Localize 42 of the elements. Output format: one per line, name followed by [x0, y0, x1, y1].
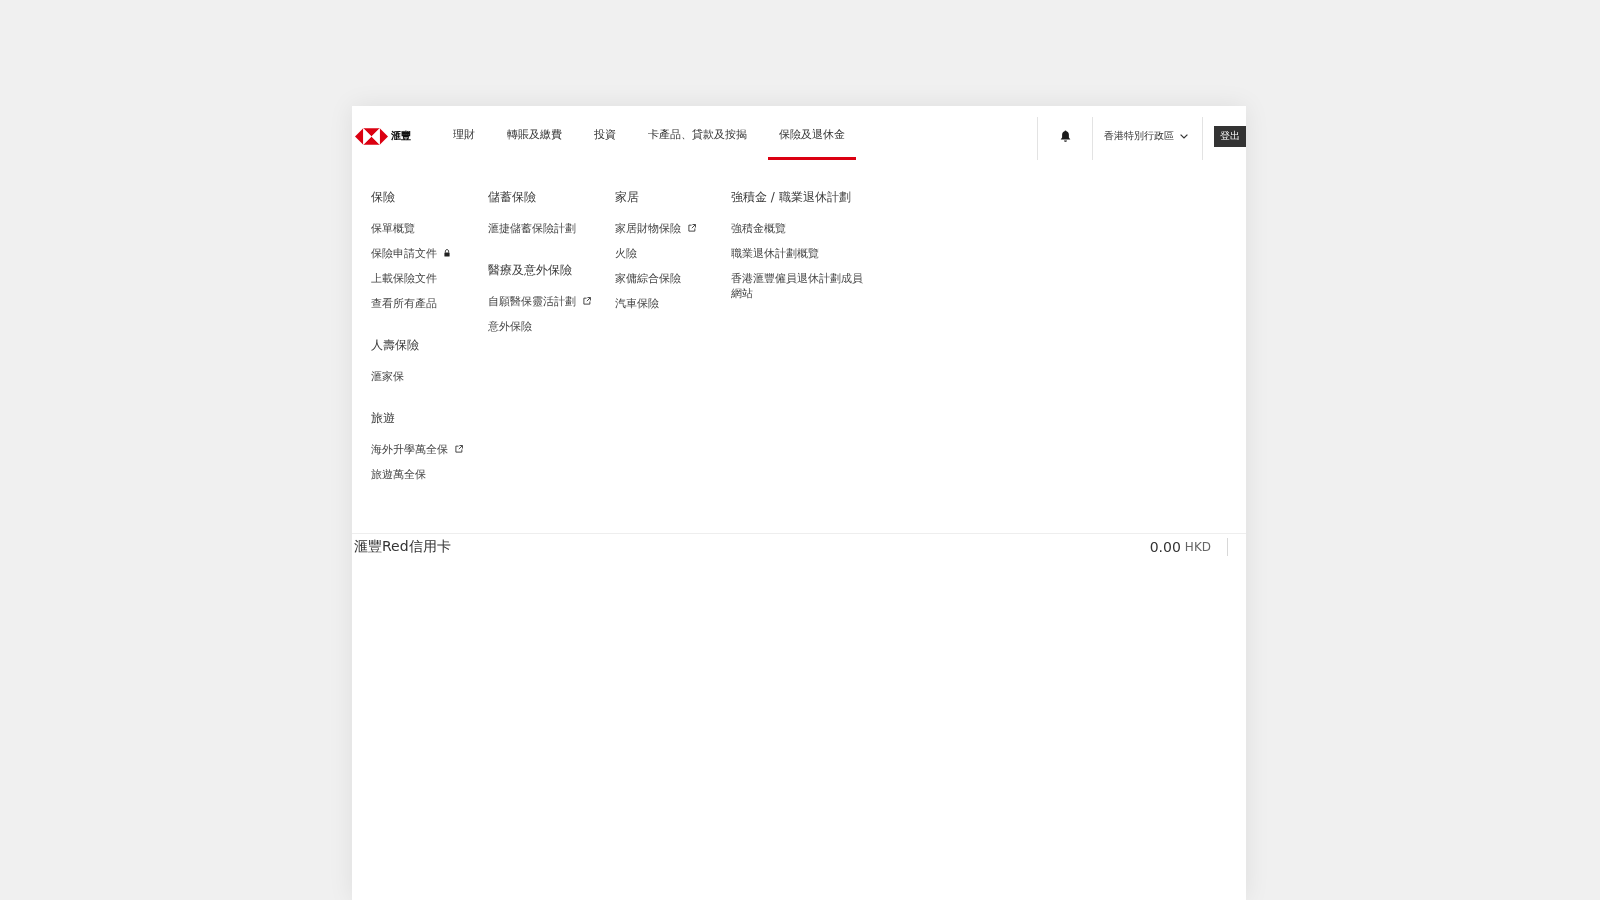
external-link-icon	[583, 297, 591, 305]
account-balance: 0.00	[1149, 539, 1181, 555]
menu-heading: 人壽保險	[371, 337, 419, 353]
menu-link[interactable]: 上載保險文件	[371, 271, 437, 286]
menu-heading: 家居	[615, 189, 639, 205]
nav-tab[interactable]: 保險及退休金	[768, 112, 856, 160]
menu-link[interactable]: 滙捷儲蓄保險計劃	[488, 221, 576, 236]
chevron-down-icon	[1180, 133, 1188, 139]
menu-heading: 強積金 / 職業退休計劃	[731, 189, 851, 205]
menu-heading: 保險	[371, 189, 395, 205]
logout-button[interactable]: 登出	[1214, 125, 1246, 147]
menu-heading: 旅遊	[371, 410, 395, 426]
menu-link[interactable]: 保險申請文件	[371, 246, 450, 261]
logo-icon[interactable]	[355, 127, 388, 145]
menu-link[interactable]: 旅遊萬全保	[371, 467, 426, 482]
menu-link[interactable]: 保單概覽	[371, 221, 415, 236]
external-link-icon	[688, 224, 696, 232]
logo-text: 滙豐	[391, 130, 411, 142]
menu-link[interactable]: 滙家保	[371, 369, 404, 384]
menu-link[interactable]: 汽車保險	[615, 296, 659, 311]
menu-heading: 儲蓄保險	[488, 189, 536, 205]
nav-tab[interactable]: 理財	[442, 112, 486, 160]
menu-link[interactable]: 火險	[615, 246, 637, 261]
menu-link[interactable]: 查看所有產品	[371, 296, 437, 311]
nav-tab[interactable]: 轉賬及繳費	[496, 112, 573, 160]
nav-tab[interactable]: 卡產品、貸款及按揭	[637, 112, 758, 160]
menu-link[interactable]: 家居財物保險	[615, 221, 696, 236]
menu-heading: 醫療及意外保險	[488, 262, 572, 278]
external-link-icon	[455, 445, 463, 453]
bell-icon	[1059, 130, 1071, 142]
lock-icon	[444, 249, 450, 257]
menu-link[interactable]: 香港滙豐僱員退休計劃成員網站	[731, 271, 865, 301]
menu-link[interactable]: 職業退休計劃概覽	[731, 246, 819, 261]
region-selector[interactable]: 香港特別行政區	[1104, 129, 1188, 143]
currency-code: HKD	[1184, 540, 1211, 554]
menu-link[interactable]: 家傭綜合保險	[615, 271, 681, 286]
menu-link[interactable]: 強積金概覽	[731, 221, 786, 236]
menu-link[interactable]: 海外升學萬全保	[371, 442, 463, 457]
menu-link[interactable]: 意外保險	[488, 319, 532, 334]
account-name: 滙豐Red信用卡	[354, 538, 451, 556]
nav-tab[interactable]: 投資	[583, 112, 627, 160]
menu-link[interactable]: 自願醫保靈活計劃	[488, 294, 591, 309]
